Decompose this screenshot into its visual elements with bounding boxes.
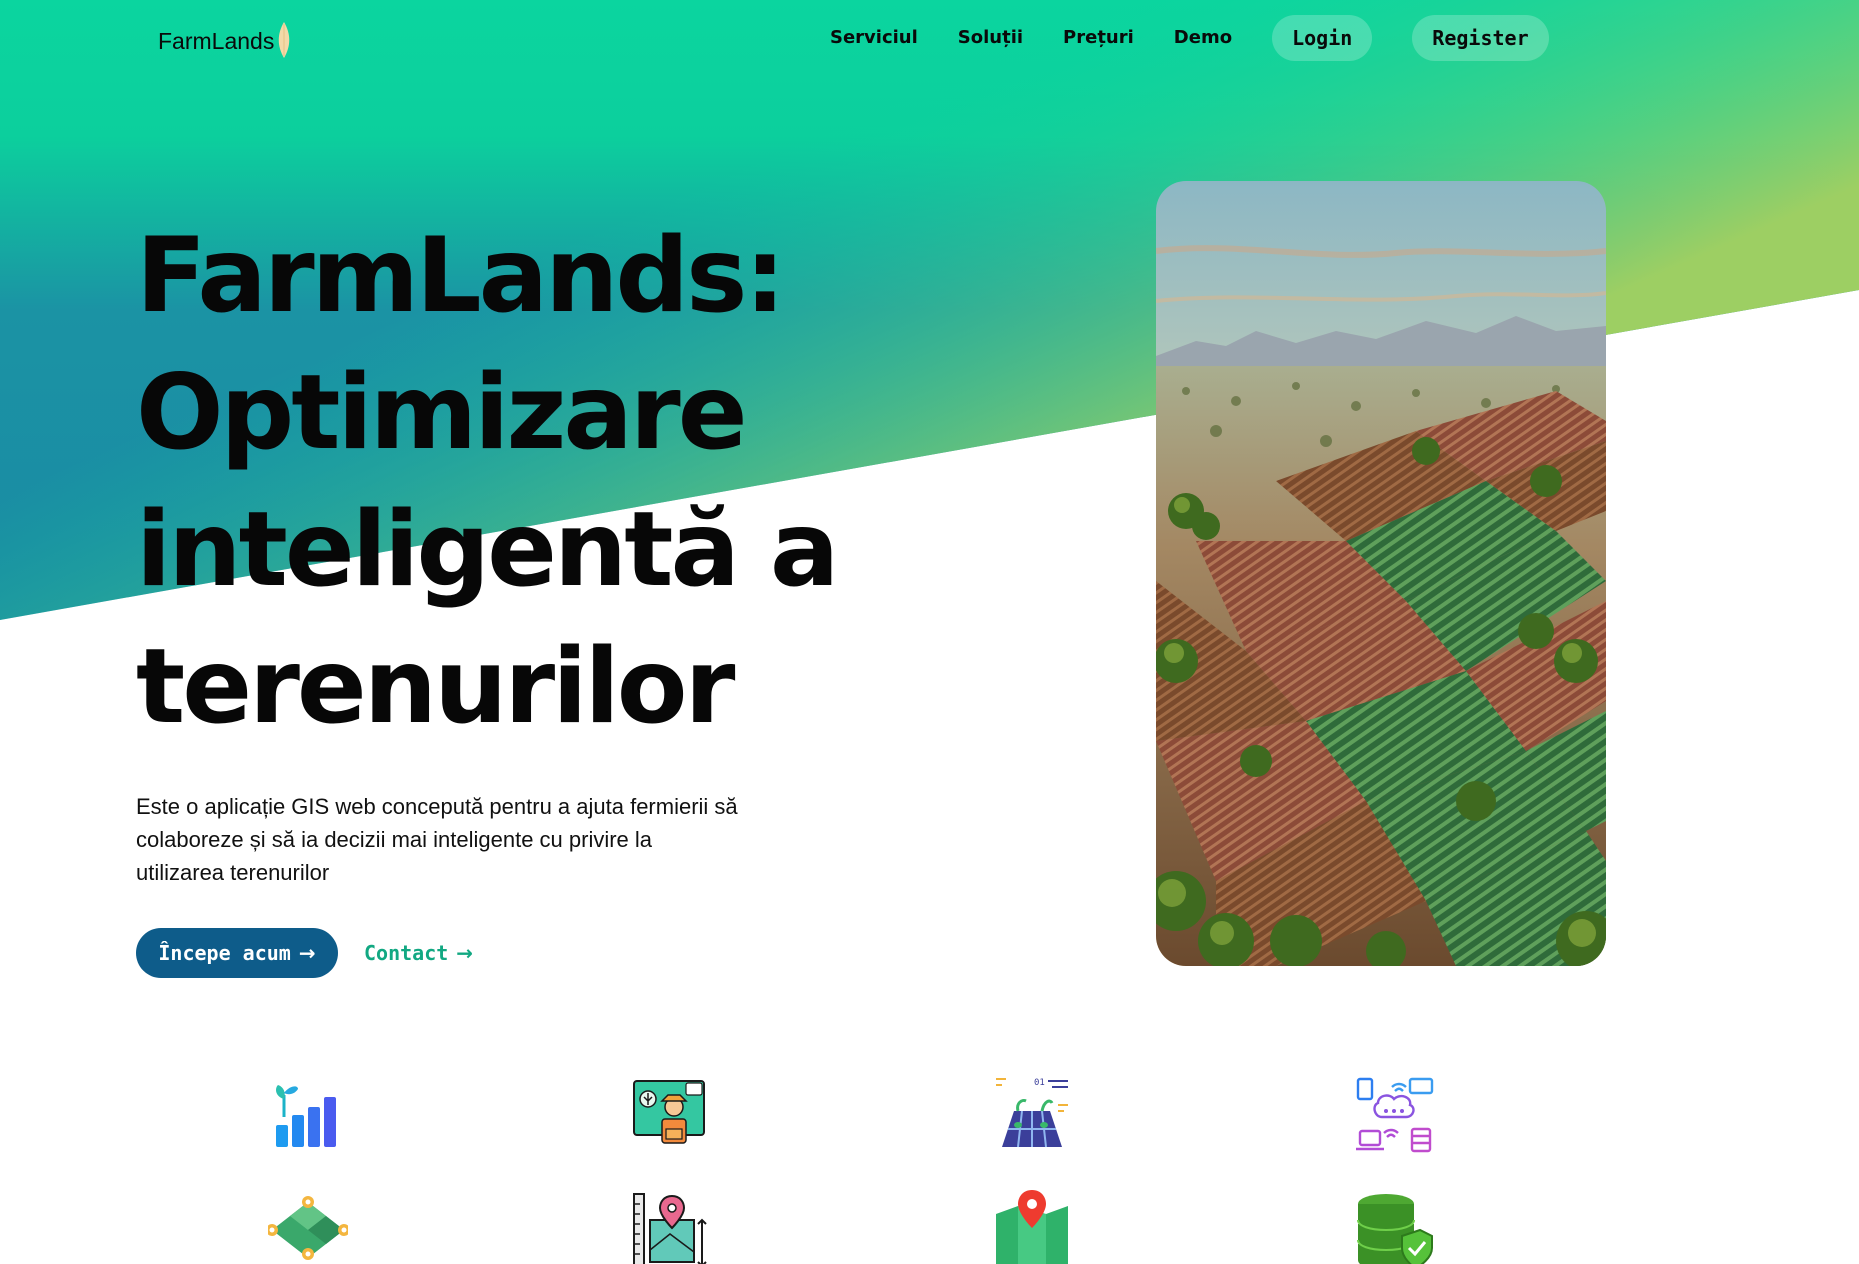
svg-text:01: 01 xyxy=(1034,1078,1045,1088)
login-button[interactable]: Login xyxy=(1272,15,1373,61)
map-location-icon xyxy=(992,1190,1072,1264)
nav-link-solutii[interactable]: Soluții xyxy=(958,14,1023,62)
start-now-label: Începe acum xyxy=(158,941,291,965)
nav-link-demo[interactable]: Demo xyxy=(1174,14,1232,62)
hero-title-line: terenurilor xyxy=(136,627,735,747)
nav-link-serviciul[interactable]: Serviciul xyxy=(830,14,918,62)
hero-title-line: FarmLands: xyxy=(136,216,786,336)
start-now-button[interactable]: Începe acum → xyxy=(136,928,338,978)
hero-title: FarmLands: Optimizare inteligentă a tere… xyxy=(136,208,856,756)
solar-farm-data-icon: 01 xyxy=(992,1075,1072,1155)
database-secure-icon xyxy=(1354,1190,1434,1264)
land-parcel-pins-icon xyxy=(266,1190,350,1264)
growth-chart-icon xyxy=(268,1075,348,1155)
map-measure-icon xyxy=(630,1190,710,1264)
leaf-logo-icon xyxy=(279,22,290,58)
nav-link-preturi[interactable]: Prețuri xyxy=(1063,14,1134,62)
hero-description: Este o aplicație GIS web concepută pentr… xyxy=(136,794,738,885)
contact-link[interactable]: Contact → xyxy=(364,941,473,965)
cta-row: Începe acum → Contact → xyxy=(136,928,473,978)
top-navigation: FarmLands Serviciul Soluții Prețuri Demo… xyxy=(0,0,1859,76)
cloud-network-icon xyxy=(1354,1075,1434,1155)
contact-label: Contact xyxy=(364,941,449,965)
hero-title-line: inteligentă a xyxy=(136,490,839,610)
register-button[interactable]: Register xyxy=(1412,15,1549,61)
farmer-presentation-icon xyxy=(630,1075,710,1155)
hero-farmland-image xyxy=(1156,181,1606,966)
arrow-right-icon: → xyxy=(298,941,316,965)
arrow-right-icon: → xyxy=(456,941,474,965)
logo-text: FarmLands xyxy=(158,27,275,54)
nav-links: Serviciul Soluții Prețuri Demo Login Reg… xyxy=(830,14,1549,62)
hero-title-line: Optimizare xyxy=(136,353,748,473)
logo[interactable]: FarmLands xyxy=(158,22,292,60)
